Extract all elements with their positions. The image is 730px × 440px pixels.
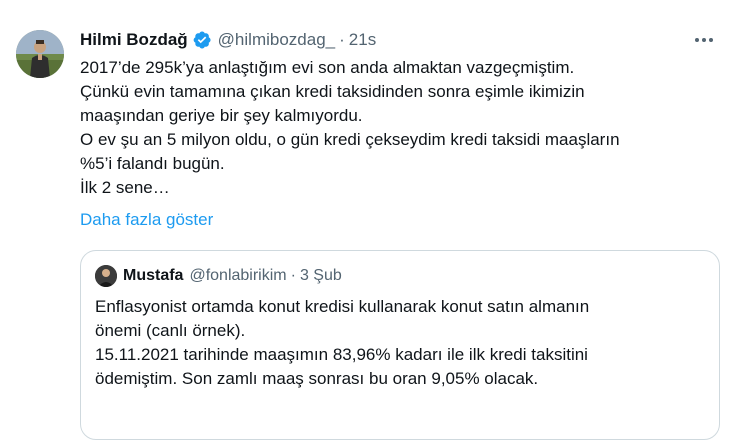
- quoted-body-line: Enflasyonist ortamda konut kredisi kulla…: [95, 297, 590, 316]
- tweet-body-line: 2017’de 295k’ya anlaştığım evi son anda …: [80, 58, 575, 77]
- author-handle[interactable]: @hilmibozdag_: [218, 30, 335, 50]
- quoted-body-line: ödemiştim. Son zamlı maaş sonrası bu ora…: [95, 369, 539, 388]
- author-avatar[interactable]: [16, 30, 64, 78]
- quoted-tweet-header: Mustafa @fonlabirikim · 3 Şub: [95, 265, 342, 287]
- tweet-body: 2017’de 295k’ya anlaştığım evi son anda …: [80, 56, 710, 200]
- tweet[interactable]: Hilmi Bozdağ @hilmibozdag_ · 21s 2017’de…: [0, 0, 730, 440]
- more-options-icon[interactable]: [692, 30, 716, 50]
- tweet-body-line: Çünkü evin tamamına çıkan kredi taksidin…: [80, 82, 585, 101]
- quoted-body-line: 15.11.2021 tarihinde maaşımın 83,96% kad…: [95, 345, 588, 364]
- quoted-tweet-timestamp: 3 Şub: [299, 267, 342, 284]
- tweet-header: Hilmi Bozdağ @hilmibozdag_ · 21s: [80, 28, 376, 52]
- tweet-body-line: İlk 2 sene…: [80, 178, 170, 197]
- tweet-timestamp[interactable]: 21s: [349, 30, 376, 50]
- quoted-author-name: Mustafa: [123, 267, 184, 284]
- quoted-tweet[interactable]: Mustafa @fonlabirikim · 3 Şub Enflasyoni…: [80, 250, 720, 440]
- verified-badge-icon: [192, 30, 212, 50]
- separator-dot: ·: [290, 267, 296, 284]
- quoted-body-line: önemi (canlı örnek).: [95, 321, 246, 340]
- tweet-body-line: maaşından geriye bir şey kalmıyordu.: [80, 106, 363, 125]
- separator-dot: ·: [339, 30, 345, 49]
- quoted-author-handle: @fonlabirikim: [189, 267, 287, 284]
- author-name[interactable]: Hilmi Bozdağ: [80, 30, 188, 50]
- quoted-tweet-body: Enflasyonist ortamda konut kredisi kulla…: [95, 295, 707, 391]
- tweet-body-line: %5’i falandı bugün.: [80, 154, 225, 173]
- quoted-author-avatar: [95, 265, 117, 287]
- tweet-body-line: O ev şu an 5 milyon oldu, o gün kredi çe…: [80, 130, 620, 149]
- show-more-link[interactable]: Daha fazla göster: [80, 208, 213, 232]
